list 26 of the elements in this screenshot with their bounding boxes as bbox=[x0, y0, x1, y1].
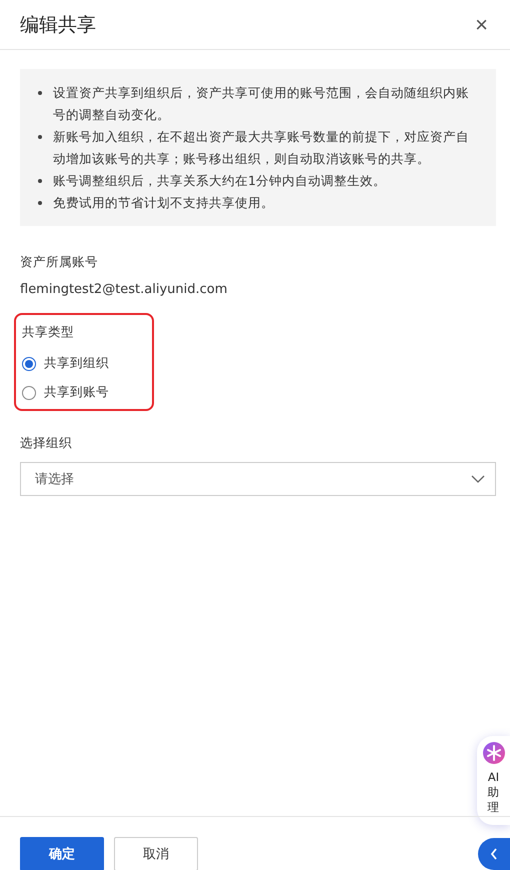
field-label: 资产所属账号 bbox=[20, 254, 99, 271]
radio-icon[interactable] bbox=[22, 386, 36, 400]
bullet-icon bbox=[38, 201, 42, 205]
chevron-down-icon bbox=[471, 475, 485, 483]
account-value: flemingtest2@test.aliyunid.com bbox=[20, 282, 228, 297]
bullet-icon bbox=[38, 135, 42, 139]
collapse-button[interactable] bbox=[478, 838, 510, 870]
notice-item: 新账号加入组织，在不超出资产最大共享账号数量的前提下，对应资产自动增加该账号的共享；账号移出组织，则自动取消该账号的共享。 bbox=[53, 128, 470, 168]
notice-item: 设置资产共享到组织后，资产共享可使用的账号范围，会自动随组织内账号的调整自动变化。 bbox=[53, 84, 470, 124]
notice-item: 免费试用的节省计划不支持共享使用。 bbox=[53, 194, 274, 212]
chevron-left-icon bbox=[490, 848, 498, 860]
radio-option[interactable]: 共享到账号 bbox=[22, 384, 146, 401]
notice-item: 账号调整组织后，共享关系大约在1分钟内自动调整生效。 bbox=[53, 172, 386, 190]
dialog-title: 编辑共享 bbox=[20, 12, 96, 38]
assistant-button[interactable]: AI助理 bbox=[477, 736, 510, 825]
confirm-button[interactable]: 确定 bbox=[20, 837, 104, 870]
close-button[interactable]: × bbox=[473, 14, 490, 36]
field-label: 选择组织 bbox=[20, 435, 73, 452]
bullet-icon bbox=[38, 91, 42, 95]
field-label: 共享类型 bbox=[22, 324, 75, 341]
radio-option[interactable]: 共享到组织 bbox=[22, 355, 146, 372]
sparkle-icon bbox=[482, 742, 504, 764]
bullet-icon bbox=[38, 179, 42, 183]
organization-select[interactable]: 请选择 bbox=[20, 462, 496, 496]
radio-icon[interactable] bbox=[22, 356, 36, 370]
cancel-button[interactable]: 取消 bbox=[114, 837, 198, 870]
